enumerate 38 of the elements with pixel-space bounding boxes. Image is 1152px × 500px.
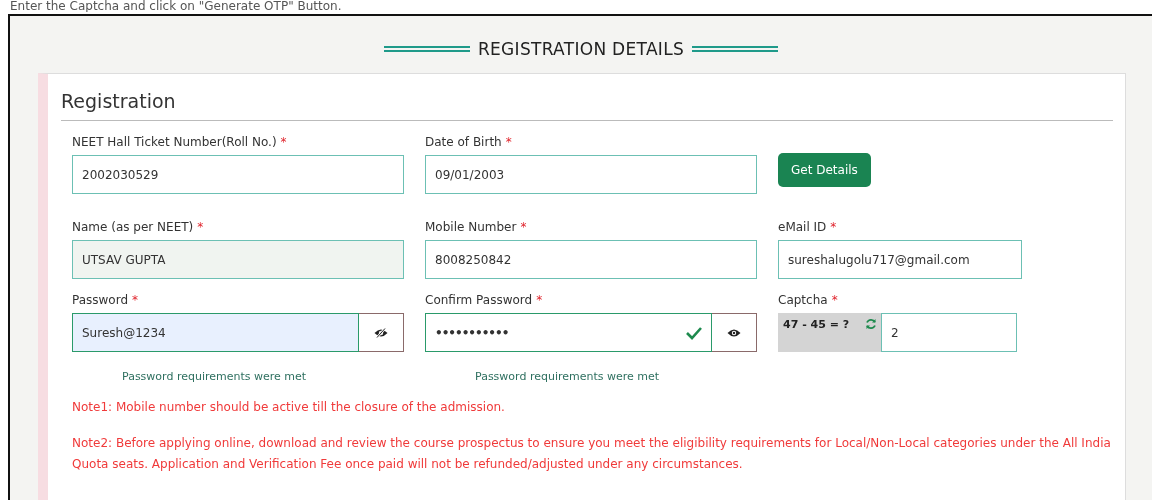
input-field[interactable]: sureshalugolu717@gmail.com xyxy=(778,240,1022,279)
required-mark: * xyxy=(520,220,527,234)
hint-text: Password requirements were met xyxy=(474,370,661,383)
hint-text: Password requirements were met xyxy=(121,370,308,383)
show-password-button[interactable] xyxy=(712,313,757,352)
field-label: eMail ID xyxy=(778,220,827,234)
section-title: Registration xyxy=(61,90,177,112)
field-label: Captcha xyxy=(778,293,828,307)
required-mark: * xyxy=(831,293,838,307)
required-mark: * xyxy=(197,220,204,234)
field-label: Name (as per NEET) xyxy=(72,220,194,234)
required-mark: * xyxy=(505,135,512,149)
input-field[interactable]: UTSAV GUPTA xyxy=(72,240,404,279)
page-heading: REGISTRATION DETAILS xyxy=(477,39,685,59)
field-label: Date of Birth xyxy=(425,135,502,149)
password-field[interactable]: Suresh@1234 xyxy=(72,313,359,352)
required-mark: * xyxy=(536,293,543,307)
note-text: Note2: Before applying online, download and review the course prospectus to ensure you meet the eligibility requirements for Local/Non-Local categories under the All India Quota seats. Application and Verification Fee once paid will not be refunded/adjusted under any circumstances. xyxy=(71,435,1112,473)
password-field[interactable]: ••••••••••• xyxy=(425,313,712,352)
required-mark: * xyxy=(280,135,287,149)
input-field[interactable]: 09/01/2003 xyxy=(425,155,757,194)
field-label: Confirm Password xyxy=(425,293,533,307)
instruction-text: Enter the Captcha and click on "Generate OTP" Button. xyxy=(9,0,343,12)
get-details-button[interactable]: Get Details xyxy=(778,153,871,187)
field-label: Password xyxy=(72,293,129,307)
required-mark: * xyxy=(132,293,139,307)
refresh-icon[interactable] xyxy=(865,318,877,330)
eye-icon xyxy=(727,327,741,338)
field-label: Mobile Number xyxy=(425,220,517,234)
captcha-field[interactable]: 2 xyxy=(881,313,1017,352)
note-text: Note1: Mobile number should be active till the closure of the admission. xyxy=(71,399,506,416)
eye-slash-icon xyxy=(374,327,388,338)
input-field[interactable]: 2002030529 xyxy=(72,155,404,194)
field-label: NEET Hall Ticket Number(Roll No.) xyxy=(72,135,277,149)
required-mark: * xyxy=(830,220,837,234)
show-password-button[interactable] xyxy=(359,313,404,352)
captcha-question: 47 - 45 = ? xyxy=(783,318,850,331)
input-field[interactable]: 8008250842 xyxy=(425,240,757,279)
